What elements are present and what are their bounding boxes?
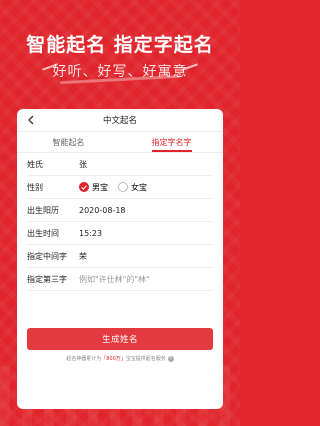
info-icon[interactable]: ! [167,355,174,362]
footnote-prefix: 起名神器累计为 [66,356,102,362]
third-char-row: 指定第三字 例如"许仕林"的"林" [27,268,213,291]
banner-headline: 智能起名 指定字起名 [26,34,214,56]
third-char-label: 指定第三字 [27,274,67,284]
gender-option-boy-label: 男宝 [92,182,108,192]
tab-smart-naming[interactable]: 智能起名 [17,132,120,152]
gender-label: 性别 [27,182,43,192]
card-header: 中文起名 [17,109,223,132]
generate-names-button[interactable]: 生成姓名 [27,328,213,350]
back-chevron-icon [27,115,33,125]
middle-char-input[interactable]: 荣 [79,251,213,262]
radio-checked-icon [79,182,89,192]
birth-date-row: 出生阳历 2020-08-18 [27,199,213,222]
footnote-highlight: 「800万」 [101,356,126,362]
service-footnote: 起名神器累计为 「800万」 宝宝提供起名服务 ! [17,355,223,362]
surname-input[interactable]: 张 [79,159,213,170]
birth-time-label: 出生时间 [27,228,59,238]
tab-bar: 智能起名 指定字名字 [17,132,223,153]
third-char-input[interactable]: 例如"许仕林"的"林" [79,274,213,285]
back-button[interactable] [23,113,37,127]
birth-time-picker[interactable]: 15:23 [79,229,213,238]
birth-date-picker[interactable]: 2020-08-18 [79,206,213,215]
naming-form-card: 中文起名 智能起名 指定字名字 姓氏 张 性别 男宝 女宝 出生阳历 2020-… [17,109,223,409]
surname-label: 姓氏 [27,159,43,169]
gender-radio-group: 男宝 女宝 [79,182,147,193]
gender-option-boy[interactable]: 男宝 [79,182,108,193]
middle-char-label: 指定中间字 [27,251,67,261]
gender-option-girl-label: 女宝 [131,182,147,192]
birth-date-label: 出生阳历 [27,205,59,215]
footnote-suffix: 宝宝提供起名服务 [125,356,166,362]
checkmark-icon [81,184,87,190]
birth-time-row: 出生时间 15:23 [27,222,213,245]
card-title: 中文起名 [102,116,137,126]
gender-option-girl[interactable]: 女宝 [118,182,147,193]
tab-specified-char-naming[interactable]: 指定字名字 [120,132,223,152]
middle-char-row: 指定中间字 荣 [27,245,213,268]
gender-row: 性别 男宝 女宝 [27,176,213,199]
radio-unchecked-icon [118,182,128,192]
naming-form: 姓氏 张 性别 男宝 女宝 出生阳历 2020-08-18 出生时间 15:23… [17,153,223,291]
surname-row: 姓氏 张 [27,153,213,176]
